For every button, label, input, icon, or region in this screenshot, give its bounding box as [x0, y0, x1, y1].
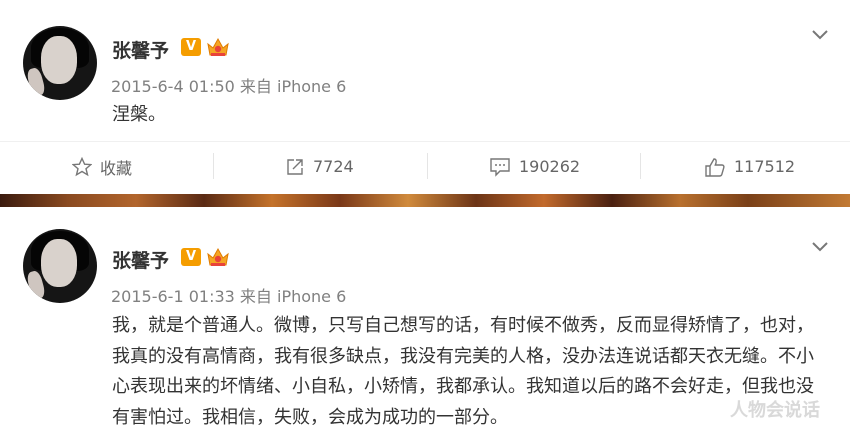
watermark: 人物会说话 — [730, 400, 820, 421]
repost-icon — [287, 158, 303, 175]
divider — [640, 153, 641, 179]
like-icon — [705, 157, 725, 177]
chevron-down-icon[interactable] — [810, 239, 830, 253]
photo-strip — [0, 194, 850, 207]
favorite-label: 收藏 — [100, 158, 133, 178]
post-meta: 2015-6-4 01:50 来自 iPhone 6 — [111, 73, 346, 97]
source: 来自 iPhone 6 — [239, 287, 347, 306]
divider — [0, 141, 850, 142]
avatar[interactable] — [23, 229, 97, 303]
source: 来自 iPhone 6 — [239, 77, 347, 96]
post-text: 我，就是个普通人。微博，只写自己想写的话，有时候不做秀，反而显得矫情了，也对，我… — [112, 315, 814, 428]
weibo-post: 张馨予 V 2015-6-1 01:33 来自 iPhone 6 我，就是个普通… — [0, 207, 850, 435]
timestamp[interactable]: 2015-6-4 01:50 — [111, 77, 235, 96]
weibo-post: 张馨予 V 2015-6-4 01:50 来自 iPhone 6 涅槃。 收藏 … — [0, 0, 850, 194]
avatar[interactable] — [23, 26, 97, 100]
comment-icon — [490, 157, 510, 177]
repost-count: 7724 — [313, 157, 354, 176]
author-name[interactable]: 张馨予 — [112, 36, 169, 63]
post-text: 涅槃。 — [112, 104, 166, 125]
comment-button[interactable]: 190262 — [489, 150, 580, 183]
post-meta: 2015-6-1 01:33 来自 iPhone 6 — [111, 283, 346, 307]
author-name[interactable]: 张馨予 — [112, 246, 169, 273]
crown-badge-icon[interactable] — [206, 246, 230, 268]
action-bar: 收藏 7724 190262 117512 — [0, 150, 850, 183]
crown-badge-icon[interactable] — [206, 36, 230, 58]
timestamp[interactable]: 2015-6-1 01:33 — [111, 287, 235, 306]
verified-badge: V — [181, 38, 201, 56]
chevron-down-icon[interactable] — [810, 27, 830, 41]
favorite-button[interactable]: 收藏 — [72, 150, 132, 183]
star-icon — [72, 156, 92, 176]
divider — [213, 153, 214, 179]
comment-count: 190262 — [519, 157, 581, 176]
like-count: 117512 — [734, 157, 796, 176]
like-button[interactable]: 117512 — [704, 150, 795, 183]
repost-button[interactable]: 7724 — [285, 150, 354, 183]
divider — [427, 153, 428, 179]
verified-badge: V — [181, 248, 201, 266]
